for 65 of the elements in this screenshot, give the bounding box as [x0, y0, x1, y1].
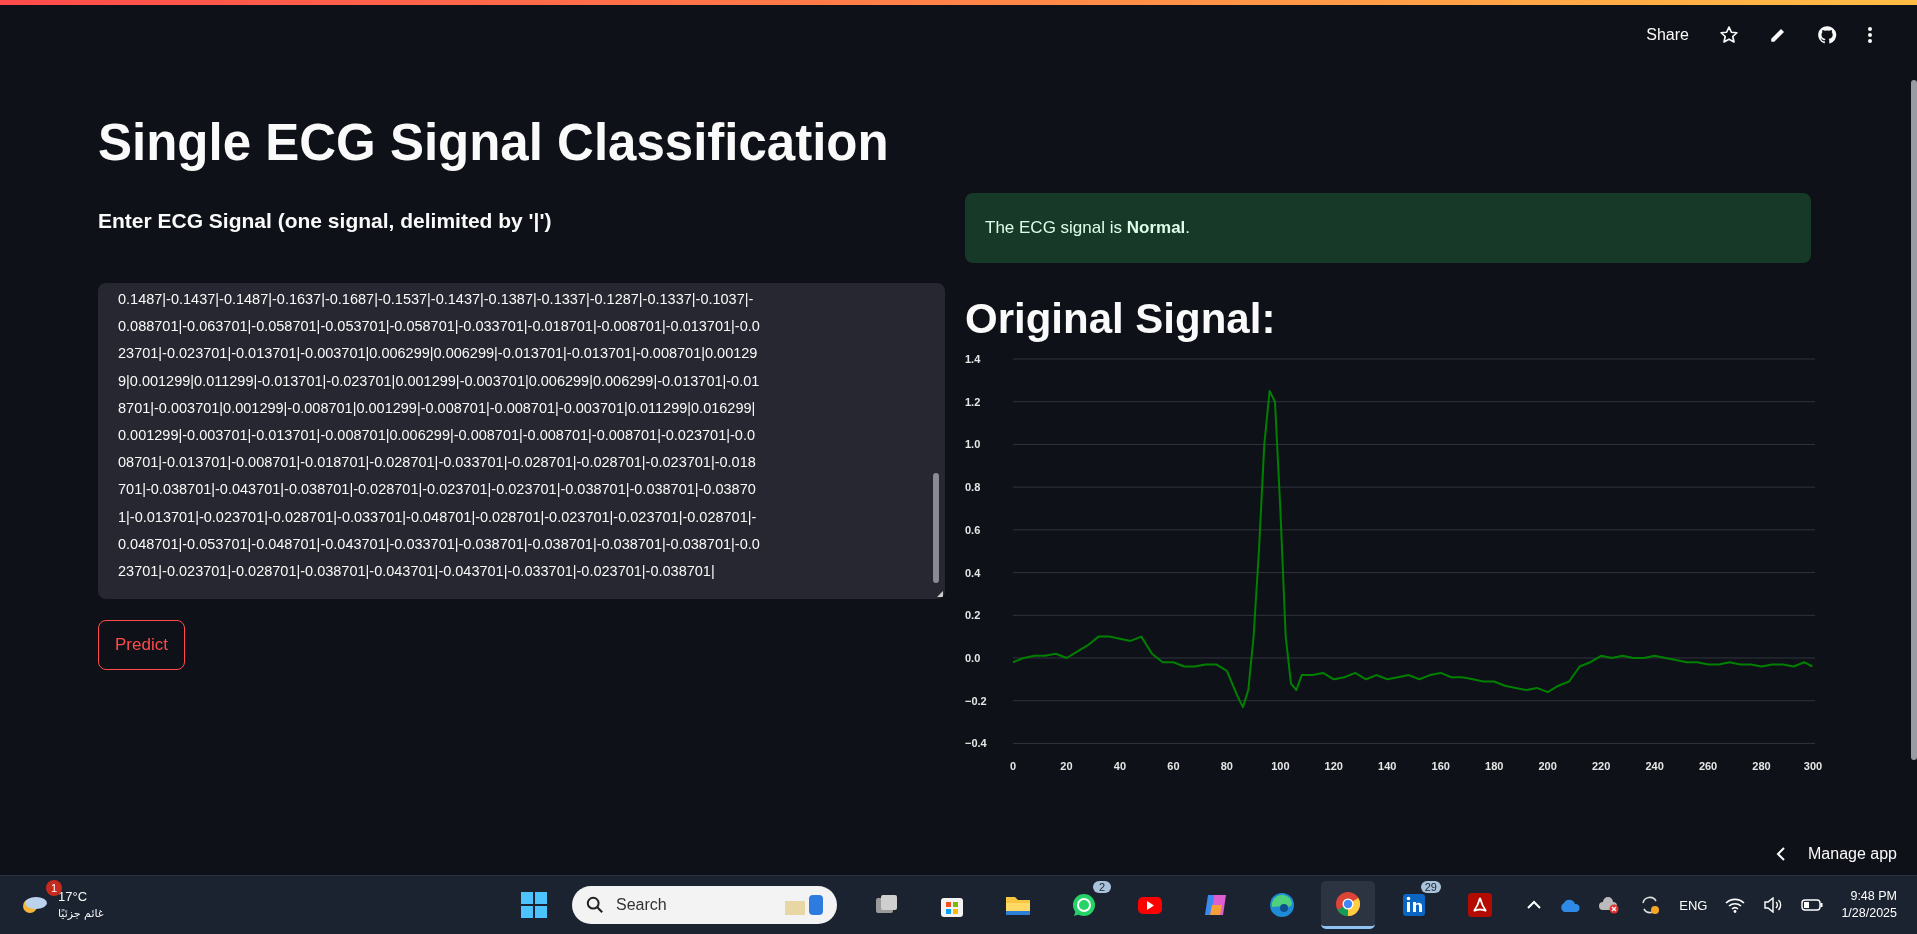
- y-tick-label: 1.2: [965, 395, 981, 408]
- predict-button[interactable]: Predict: [98, 620, 185, 670]
- chat-bubble-icon: [1070, 891, 1098, 919]
- manage-app-button[interactable]: Manage app: [1776, 845, 1897, 863]
- x-tick-label: 40: [1113, 760, 1127, 772]
- page-scrollbar[interactable]: [1911, 80, 1917, 760]
- clock-date[interactable]: 1/28/2025: [1841, 905, 1897, 922]
- signal-input-field[interactable]: 0.1487|-0.1437|-0.1487|-0.1637|-0.1687|-0.1537|-0.1437|-0.1387|-0.1337|-0.1287|-0.1337|-0.1037|- 0.088701|-0.063701|-0.058701|-0.053701|-0.058701|-0.033701|-0.018701|-0.008701|-0.013701|-0.0 23701|-0.023701|-0.013701|-0.003701|0.006299|0.006299|-0.013701|-0.013701|-0.008701|0.00129 9|0.001299|0.011299|-0.013701|-0.023701|0.001299|-0.003701|0.006299|0.006299|-0.013701|-0.01 8701|-0.003701|0.001299|-0.008701|0.001299|-0.008701|-0.008701|-0.003701|0.011299|0.016299| 0.001299|-0.003701|-0.013701|-0.008701|0.006299|-0.008701|-0.008701|-0.008701|-0.023701|-0.0 08701|-0.013701|-0.008701|-0.018701|-0.028701|-0.033701|-0.028701|-0.028701|-0.023701|-0.018 701|-0.038701|-0.043701|-0.038701|-0.028701|-0.023701|-0.023701|-0.038701|-0.038701|-0.03870 1|-0.013701|-0.023701|-0.028701|-0.033701|-0.048701|-0.028701|-0.023701|-0.023701|-0.028701|- 0.048701|-0.053701|-0.048701|-0.043701|-0.033701|-0.038701|-0.038701|-0.038701|-0.038701|-0.0 23701|-0.023701|-0.028701|-0.038701|-0.043701|-0.043701|-0.033701|-0.023701|-0.038701|: [98, 283, 945, 599]
- taskbar-app[interactable]: 29: [1387, 881, 1441, 929]
- document-logo-icon: [1466, 891, 1494, 919]
- language-indicator[interactable]: ENG: [1679, 897, 1708, 913]
- pencil-icon[interactable]: [1769, 26, 1787, 44]
- github-icon[interactable]: [1817, 25, 1837, 45]
- textarea-scrollbar[interactable]: [933, 473, 939, 583]
- in-logo-icon: [1400, 891, 1428, 919]
- y-tick-label: 0.0: [965, 652, 981, 664]
- chevron-up-icon[interactable]: [1527, 900, 1542, 910]
- notification-badge: 29: [1420, 881, 1441, 893]
- result-alert: The ECG signal is Normal.: [965, 193, 1811, 263]
- y-tick-label: 1.4: [965, 353, 981, 365]
- x-tick-label: 140: [1378, 760, 1397, 772]
- weather-condition-text: غائم جزئيًا: [58, 906, 104, 922]
- star-icon[interactable]: [1719, 25, 1739, 45]
- y-tick-label: −0.4: [965, 737, 987, 750]
- x-tick-label: 220: [1591, 760, 1611, 772]
- battery-icon[interactable]: [1801, 899, 1824, 911]
- y-tick-label: 0.4: [965, 566, 981, 579]
- notification-badge: 2: [1093, 881, 1111, 893]
- taskbar-app[interactable]: 2: [1057, 881, 1111, 929]
- clock-time[interactable]: 9:48 PM: [1850, 888, 1897, 905]
- x-tick-label: 260: [1698, 760, 1718, 772]
- resize-grip-icon[interactable]: [937, 591, 943, 597]
- browser-circle-icon: [1334, 889, 1362, 918]
- field-label: Enter ECG Signal (one signal, delimited by '|'): [98, 209, 553, 233]
- x-tick-label: 240: [1645, 760, 1664, 772]
- page-title: Single ECG Signal Classification: [98, 113, 890, 173]
- taskbar-search-field[interactable]: Search: [572, 886, 837, 924]
- x-tick-label: 100: [1271, 760, 1290, 772]
- x-tick-label: 200: [1538, 760, 1557, 772]
- y-tick-label: 0.8: [965, 481, 981, 494]
- chevron-left-icon: [1776, 847, 1787, 861]
- y-tick-label: 1.0: [965, 438, 981, 451]
- x-tick-label: 280: [1752, 760, 1771, 772]
- x-tick-label: 300: [1803, 760, 1823, 772]
- speaker-icon[interactable]: [1763, 897, 1784, 913]
- x-tick-label: 20: [1060, 760, 1073, 772]
- x-tick-label: 120: [1324, 760, 1343, 772]
- share-button[interactable]: Share: [1646, 26, 1689, 44]
- chart-heading: Original Signal:: [965, 294, 1277, 344]
- x-tick-label: 60: [1167, 760, 1180, 772]
- x-tick-label: 160: [1431, 760, 1450, 772]
- search-icon: [586, 896, 604, 914]
- wifi-icon[interactable]: [1725, 897, 1746, 913]
- y-tick-label: −0.2: [965, 694, 987, 707]
- swirl-logo-icon: [1268, 891, 1296, 919]
- x-tick-label: 180: [1485, 760, 1504, 772]
- sync-icon[interactable]: [1639, 894, 1662, 916]
- x-tick-label: 80: [1220, 760, 1233, 772]
- taskbar-app[interactable]: [1321, 881, 1375, 929]
- start-icon[interactable]: [520, 891, 548, 919]
- cloud-icon[interactable]: [1559, 898, 1582, 912]
- y-tick-label: 0.2: [965, 609, 981, 622]
- more-menu-icon[interactable]: [1867, 26, 1873, 44]
- y-tick-label: 0.6: [965, 523, 981, 536]
- x-tick-label: 0: [1009, 760, 1017, 772]
